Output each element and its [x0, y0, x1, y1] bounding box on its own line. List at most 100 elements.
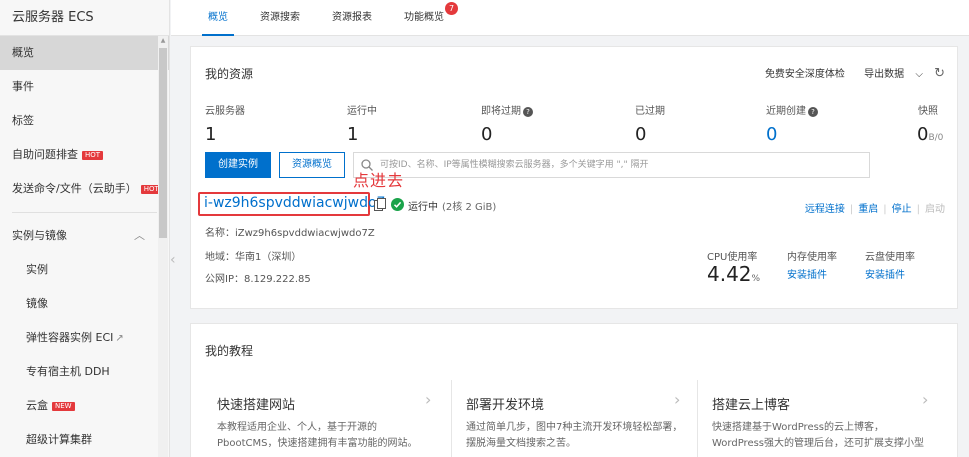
new-badge: NEW	[52, 402, 75, 411]
sidebar-item-label: 超级计算集群	[26, 433, 92, 446]
remote-connect-link[interactable]: 远程连接	[805, 204, 845, 215]
tutorial-title: 快速搭建网站	[217, 398, 296, 413]
tab-label: 概览	[208, 12, 228, 23]
desc-line: WordPress强大的管理后台，还可扩展支撑小型	[712, 438, 925, 449]
divider: |	[849, 204, 854, 215]
stat-label-text: 近期创建	[766, 106, 806, 117]
annotation-text: 点进去	[353, 171, 405, 190]
sidebar-group-label: 实例与镜像	[12, 229, 67, 242]
sidebar-group-instances-images[interactable]: 实例与镜像 ︿	[0, 219, 169, 253]
help-icon[interactable]: ?	[808, 107, 818, 117]
sidebar-item-cloud-assistant[interactable]: 发送命令/文件（云助手） HOT	[0, 172, 169, 206]
stat-label-running: 运行中	[347, 106, 377, 117]
refresh-icon[interactable]: ↻	[934, 66, 945, 81]
notification-badge: 7	[445, 2, 458, 15]
tab-resource-search[interactable]: 资源搜索	[260, 0, 300, 36]
my-tutorials-card: 我的教程 快速搭建网站 › 本教程适用企业、个人，基于开源的 PbootCMS，快…	[190, 323, 958, 457]
tutorial-dev-environment[interactable]: 部署开发环境 › 通过简单几步，图中7种主流开发环境轻松部署， 摆脱海量文档搜索之…	[451, 380, 697, 457]
tab-resource-report[interactable]: 资源报表	[332, 0, 372, 36]
stat-label-recent: 近期创建?	[766, 102, 818, 117]
stat-value-snapshots[interactable]: 0B/0	[917, 124, 943, 145]
help-icon[interactable]: ?	[523, 107, 533, 117]
sidebar-item-ddh[interactable]: 专有宿主机 DDH	[0, 355, 169, 389]
top-tab-bar: 概览 资源搜索 资源报表 功能概览 7	[171, 0, 969, 36]
desc-line: PbootCMS，快速搭建拥有丰富功能的网站。	[217, 438, 418, 449]
tutorial-desc: 通过简单几步，图中7种主流开发环境轻松部署， 摆脱海量文档搜索之苦。	[466, 420, 682, 452]
cpu-usage-value: 4.42%	[707, 262, 760, 286]
divider: |	[916, 204, 920, 215]
sidebar-item-troubleshoot[interactable]: 自助问题排查 HOT	[0, 138, 169, 172]
sidebar-item-cloudbox[interactable]: 云盒 NEW	[0, 389, 169, 423]
chevron-right-icon: ›	[674, 390, 681, 409]
sidebar-item-overview[interactable]: 概览	[0, 36, 169, 70]
export-data-dropdown[interactable]: 导出数据 ⌵	[856, 69, 923, 80]
tab-overview[interactable]: 概览	[202, 0, 234, 36]
instance-operations: 远程连接 | 重启 | 停止 | 启动	[805, 200, 945, 215]
my-resources-card: 我的资源 免费安全深度体检 导出数据 ⌵ ↻ 云服务器 1 运行中 1 即将过期…	[190, 46, 958, 309]
create-instance-button[interactable]: 创建实例	[205, 152, 271, 178]
tutorial-quick-website[interactable]: 快速搭建网站 › 本教程适用企业、个人，基于开源的 PbootCMS，快速搭建拥有…	[203, 380, 449, 457]
stat-value-recent[interactable]: 0	[766, 124, 777, 145]
copy-icon[interactable]	[374, 198, 386, 211]
tab-label: 功能概览	[404, 12, 444, 23]
tutorial-title: 部署开发环境	[466, 398, 545, 413]
sidebar-title: 云服务器 ECS	[0, 0, 169, 36]
sidebar-item-instances[interactable]: 实例	[0, 253, 169, 287]
stat-value-expired[interactable]: 0	[635, 124, 646, 145]
search-input[interactable]	[380, 156, 860, 174]
instance-id-link[interactable]: i-wz9h6spvddwiacwjwdo7	[204, 195, 385, 211]
status-label: 运行中	[408, 202, 438, 213]
install-plugin-link[interactable]: 安装插件	[787, 266, 827, 281]
sidebar-item-images[interactable]: 镜像	[0, 287, 169, 321]
card-title: 我的资源	[205, 67, 254, 81]
tab-feature-overview[interactable]: 功能概览 7	[404, 0, 458, 36]
card-actions: 免费安全深度体检 导出数据 ⌵ ↻	[757, 65, 945, 81]
sidebar-item-tags[interactable]: 标签	[0, 104, 169, 138]
chevron-up-icon: ︿	[134, 229, 145, 242]
stat-value-expiring[interactable]: 0	[481, 124, 492, 145]
resource-overview-button[interactable]: 资源概览	[279, 152, 345, 178]
sidebar-item-label: 发送命令/文件（云助手）	[12, 182, 137, 195]
tutorial-cloud-blog[interactable]: 搭建云上博客 › 快速搭建基于WordPress的云上博客， WordPress强…	[697, 380, 947, 457]
sidebar-item-supercomputing[interactable]: 超级计算集群	[0, 423, 169, 457]
instance-public-ip: 公网IP：8.129.222.85	[205, 274, 311, 285]
desc-line: 快速搭建基于WordPress的云上博客，	[712, 422, 885, 433]
sidebar-item-eci[interactable]: 弹性容器实例 ECI ↗	[0, 321, 169, 355]
scroll-up-arrow-icon[interactable]: ▲	[158, 36, 168, 46]
instance-spec: (2核 2 GiB)	[442, 202, 497, 213]
tab-label: 资源报表	[332, 12, 372, 23]
stop-link[interactable]: 停止	[892, 204, 912, 215]
card-title: 我的教程	[205, 344, 254, 358]
export-label: 导出数据	[864, 69, 905, 80]
restart-link[interactable]: 重启	[858, 204, 878, 215]
cpu-value-text: 4.42	[707, 262, 752, 286]
sidebar-scrollbar[interactable]: ▲	[158, 36, 168, 457]
tutorial-title: 搭建云上博客	[712, 398, 791, 413]
sidebar-item-events[interactable]: 事件	[0, 70, 169, 104]
desc-line: 通过简单几步，图中7种主流开发环境轻松部署，	[466, 422, 683, 433]
instance-status: 运行中 (2核 2 GiB)	[408, 198, 496, 213]
tab-label: 资源搜索	[260, 12, 300, 23]
external-link-icon: ↗	[115, 333, 124, 344]
free-security-check-link[interactable]: 免费安全深度体检	[765, 69, 845, 80]
desc-line: 本教程适用企业、个人，基于开源的	[217, 422, 377, 433]
sidebar-item-label: 专有宿主机 DDH	[26, 365, 110, 378]
search-box	[353, 152, 870, 178]
stat-label-expired: 已过期	[635, 106, 665, 117]
sidebar-item-label: 概览	[12, 46, 34, 59]
instance-region: 地域：华南1（深圳）	[205, 252, 302, 263]
scroll-thumb[interactable]	[159, 48, 167, 238]
cpu-unit: %	[751, 274, 761, 284]
sidebar-item-label: 实例	[26, 263, 48, 276]
stat-sub-text: B/0	[928, 133, 944, 143]
sidebar: 云服务器 ECS 概览 事件 标签 自助问题排查 HOT 发送命令/文件（云助手）…	[0, 0, 170, 457]
chevron-down-icon: ⌵	[915, 69, 923, 80]
stat-value-servers[interactable]: 1	[205, 124, 216, 145]
hot-badge: HOT	[82, 151, 104, 160]
chevron-right-icon: ›	[922, 390, 929, 409]
sidebar-collapse-handle[interactable]: ‹	[170, 240, 182, 280]
stat-value-running[interactable]: 1	[347, 124, 358, 145]
chevron-right-icon: ›	[425, 390, 432, 409]
sidebar-divider	[12, 212, 157, 213]
install-plugin-link[interactable]: 安装插件	[865, 266, 905, 281]
